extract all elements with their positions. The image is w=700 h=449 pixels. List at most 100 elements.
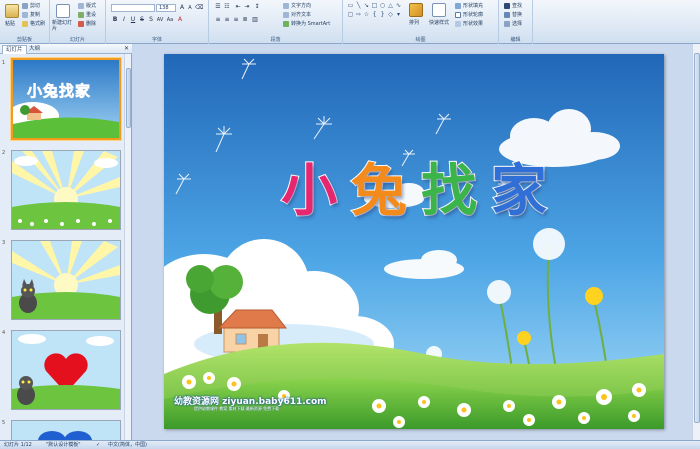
drawing-group: ▭ ╲ ↘ □ ○ △ ∿ ▢ ⇨ ☆ { } ◇ ▾ 排列 快速样式 形状填充… (343, 0, 499, 44)
align-text-button[interactable]: 对齐文本 (283, 11, 311, 18)
shape-more[interactable]: ▾ (395, 11, 402, 18)
shrink-font-button[interactable]: A (186, 4, 194, 12)
shape-right-arrow[interactable]: ⇨ (355, 11, 362, 18)
shape-star[interactable]: ☆ (363, 11, 370, 18)
slide-canvas[interactable]: 小 兔 找 家 幼教资源网 ziyuan.baby611.com 提供幼教课件 … (164, 54, 664, 429)
decrease-indent-button[interactable]: ⇤ (234, 3, 242, 11)
tab-slides[interactable]: 幻灯片 (2, 45, 27, 54)
slide-title[interactable]: 小 兔 找 家 (164, 159, 664, 224)
reset-button[interactable]: 重设 (78, 11, 96, 18)
workspace-scroll-thumb[interactable] (694, 53, 700, 423)
spellcheck-icon[interactable]: ✓ (96, 441, 100, 449)
bullets-button[interactable]: ☰ (214, 3, 222, 11)
shape-line[interactable]: ╲ (355, 2, 362, 9)
title-char-3: 找 (420, 159, 478, 224)
thumbnail-number: 5 (2, 420, 6, 426)
close-icon[interactable]: ✕ (124, 45, 129, 52)
thumbnail-3-art (12, 241, 120, 319)
thumbnail-slide-5[interactable] (11, 420, 121, 440)
italic-button[interactable]: I (120, 16, 128, 24)
clipboard-group: 粘贴 剪切 复制 格式刷 剪贴板 (0, 0, 50, 44)
find-button[interactable]: 查找 (504, 2, 522, 9)
columns-button[interactable]: ▥ (251, 16, 259, 24)
clear-format-button[interactable]: ⌫ (195, 4, 203, 12)
watermark-subtitle: 提供幼教课件 教案 素材下载 最新资源 免费下载 (194, 406, 280, 411)
shape-fill-button[interactable]: 形状填充 (455, 2, 483, 9)
find-label: 查找 (512, 3, 523, 9)
shape-triangle[interactable]: △ (387, 2, 394, 9)
panel-scrollbar[interactable] (124, 54, 131, 440)
new-slide-icon[interactable] (56, 4, 70, 18)
quick-styles-icon[interactable] (432, 3, 446, 17)
workspace-scrollbar[interactable] (692, 44, 700, 440)
thumbnail-slide-3[interactable] (11, 240, 121, 320)
thumbnail-number: 3 (2, 240, 6, 246)
shape-curve[interactable]: ∿ (395, 2, 402, 9)
status-theme: "默认设计模板" (46, 442, 81, 448)
paragraph-group-label: 段落 (270, 37, 281, 43)
text-direction-button[interactable]: 文字方向 (283, 2, 311, 9)
spacing-button[interactable]: AV (156, 16, 164, 24)
align-left-button[interactable]: ≡ (214, 16, 222, 24)
select-button[interactable]: 选择 (504, 20, 522, 27)
smartart-icon (283, 20, 289, 27)
smartart-button[interactable]: 转换为 SmartArt (283, 20, 330, 27)
status-language: 中文(简体，中国) (108, 442, 147, 448)
select-label: 选择 (512, 21, 523, 27)
delete-icon (78, 20, 84, 27)
change-case-button[interactable]: Aa (166, 16, 174, 24)
arrange-button[interactable]: 排列 (409, 19, 419, 26)
thumbnail-2-art (12, 151, 120, 229)
tab-outline[interactable]: 大纲 (26, 45, 43, 54)
arrange-icon[interactable] (409, 3, 423, 17)
new-slide-button[interactable]: 新建幻灯片 (52, 20, 76, 32)
justify-button[interactable]: ≣ (241, 16, 249, 24)
copy-icon (22, 11, 28, 18)
shape-outline-button[interactable]: 形状轮廓 (455, 11, 483, 18)
smartart-label: 转换为 SmartArt (291, 21, 331, 27)
increase-indent-button[interactable]: ⇥ (243, 3, 251, 11)
copy-button[interactable]: 复制 (22, 11, 40, 18)
shape-callout[interactable]: ◇ (387, 11, 394, 18)
shape-effects-button[interactable]: 形状效果 (455, 20, 483, 27)
thumbnail-slide-2[interactable] (11, 150, 121, 230)
delete-slide-button[interactable]: 删除 (78, 20, 96, 27)
shape-fill-label: 形状填充 (463, 3, 484, 9)
shape-oval[interactable]: ○ (379, 2, 386, 9)
format-painter-button[interactable]: 格式刷 (22, 20, 45, 27)
shape-brace-close[interactable]: } (379, 11, 386, 18)
delete-label: 删除 (86, 21, 97, 27)
brush-icon (22, 20, 28, 27)
numbering-button[interactable]: ☷ (223, 3, 231, 11)
thumbnail-slide-1[interactable]: 小兔找家 (11, 58, 121, 140)
shadow-button[interactable]: S (147, 16, 155, 24)
layout-button[interactable]: 版式 (78, 2, 96, 9)
font-color-button[interactable]: A (176, 16, 184, 24)
shape-rectangle[interactable]: ▭ (347, 2, 354, 9)
copy-label: 复制 (30, 12, 41, 18)
paste-button[interactable]: 粘贴 (5, 20, 15, 27)
underline-button[interactable]: U (129, 16, 137, 24)
strikethrough-button[interactable]: S (138, 16, 146, 24)
font-name-combo[interactable] (111, 4, 155, 12)
line-spacing-button[interactable]: ↕ (253, 3, 261, 11)
quick-styles-button[interactable]: 快速样式 (429, 19, 449, 26)
bold-button[interactable]: B (111, 16, 119, 24)
ribbon: 粘贴 剪切 复制 格式刷 剪贴板 新建幻灯片 版式 重设 删除 幻灯片 138 … (0, 0, 700, 44)
font-size-combo[interactable]: 138 (156, 4, 176, 12)
thumbnail-slide-4[interactable] (11, 330, 121, 410)
align-center-button[interactable]: ≡ (223, 16, 231, 24)
paste-icon[interactable] (5, 4, 19, 18)
panel-scroll-thumb[interactable] (126, 68, 131, 128)
shape-rounded[interactable]: ▢ (347, 11, 354, 18)
replace-button[interactable]: 替换 (504, 11, 522, 18)
shape-brace[interactable]: { (371, 11, 378, 18)
cut-button[interactable]: 剪切 (22, 2, 40, 9)
grow-font-button[interactable]: A (178, 4, 186, 12)
shape-arrow[interactable]: ↘ (363, 2, 370, 9)
align-right-button[interactable]: ≡ (232, 16, 240, 24)
shape-square[interactable]: □ (371, 2, 378, 9)
editing-group-label: 编辑 (510, 37, 521, 43)
fill-icon (455, 2, 461, 9)
font-group-label: 字体 (151, 37, 162, 43)
